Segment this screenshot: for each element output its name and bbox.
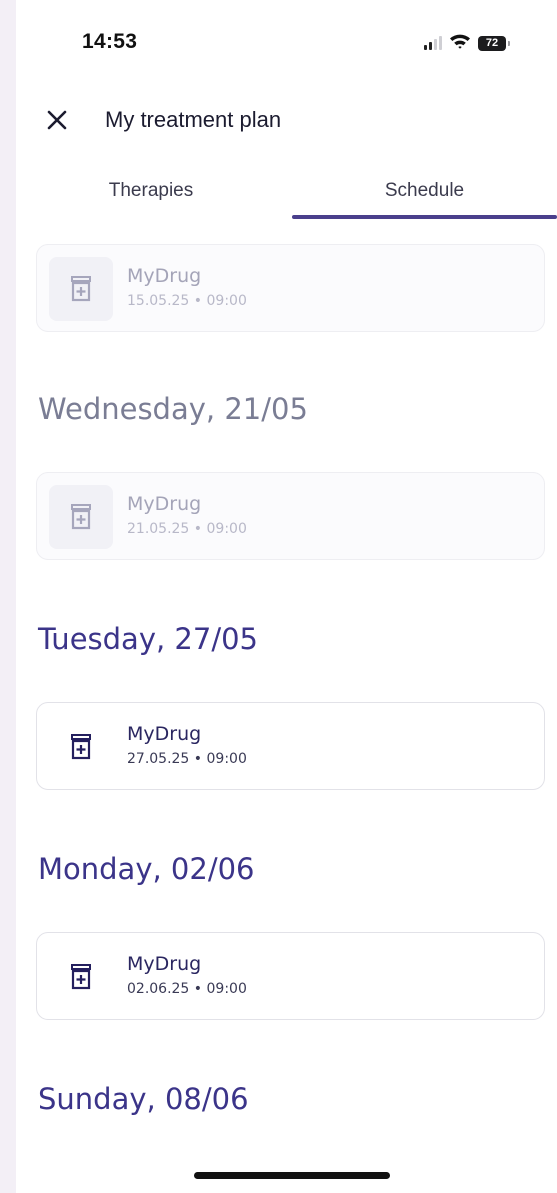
medication-datetime: 02.06.25 • 09:00 bbox=[127, 981, 247, 997]
medication-name: MyDrug bbox=[127, 265, 202, 287]
schedule-entry-card[interactable]: MyDrug 21.05.25 • 09:00 bbox=[36, 472, 545, 560]
signal-icon bbox=[424, 36, 442, 50]
medication-icon bbox=[49, 485, 113, 549]
header: My treatment plan bbox=[16, 95, 557, 147]
tab-therapies[interactable]: Therapies bbox=[16, 164, 286, 218]
medication-name: MyDrug bbox=[127, 723, 202, 745]
medication-name: MyDrug bbox=[127, 953, 202, 975]
medication-icon bbox=[49, 715, 113, 779]
battery-icon: 72 bbox=[478, 35, 510, 51]
close-icon bbox=[46, 109, 68, 135]
tab-selected-indicator bbox=[292, 215, 557, 219]
status-time: 14:53 bbox=[82, 30, 138, 53]
medication-icon bbox=[49, 945, 113, 1009]
schedule-entry-card[interactable]: MyDrug 15.05.25 • 09:00 bbox=[36, 244, 545, 332]
medication-datetime: 21.05.25 • 09:00 bbox=[127, 521, 247, 537]
medication-datetime: 15.05.25 • 09:00 bbox=[127, 293, 247, 309]
medication-name: MyDrug bbox=[127, 493, 202, 515]
page-title: My treatment plan bbox=[105, 107, 282, 132]
close-button[interactable] bbox=[40, 105, 74, 139]
day-heading: Tuesday, 27/05 bbox=[38, 622, 258, 656]
day-heading: Wednesday, 21/05 bbox=[38, 392, 308, 426]
day-heading: Monday, 02/06 bbox=[38, 852, 255, 886]
status-icons: 72 bbox=[424, 33, 510, 53]
tab-schedule[interactable]: Schedule bbox=[292, 164, 557, 218]
day-heading: Sunday, 08/06 bbox=[38, 1082, 249, 1116]
wifi-icon bbox=[449, 33, 471, 53]
home-indicator[interactable] bbox=[194, 1172, 390, 1179]
schedule-entry-card[interactable]: MyDrug 02.06.25 • 09:00 bbox=[36, 932, 545, 1020]
status-bar: 14:53 72 bbox=[16, 0, 557, 90]
medication-datetime: 27.05.25 • 09:00 bbox=[127, 751, 247, 767]
tab-bar: Therapies Schedule bbox=[16, 164, 557, 222]
app-screen: 14:53 72 My treatment plan Therapies Sch… bbox=[16, 0, 557, 1193]
medication-icon bbox=[49, 257, 113, 321]
schedule-entry-card[interactable]: MyDrug 27.05.25 • 09:00 bbox=[36, 702, 545, 790]
